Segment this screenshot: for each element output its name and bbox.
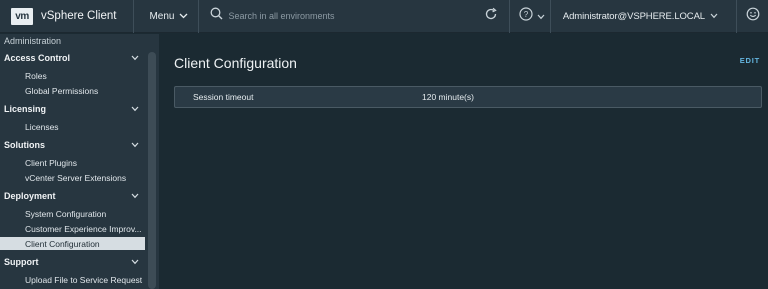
sidebar-group-label: Access Control [4,53,71,63]
chevron-down-icon[interactable] [131,257,139,267]
chevron-down-icon [179,11,188,22]
sidebar-group-solutions[interactable]: Solutions [0,137,145,153]
sidebar-group-label: Support [4,257,39,267]
chevron-down-icon [710,11,718,22]
sidebar-item-system-configuration[interactable]: System Configuration [0,207,145,220]
menu-button[interactable]: Menu [134,0,198,33]
refresh-button[interactable] [473,0,509,33]
search-input[interactable] [228,11,429,21]
chevron-down-icon[interactable] [131,140,139,150]
sidebar-item-roles[interactable]: Roles [0,69,145,82]
global-search[interactable] [199,0,472,33]
config-value: 120 minute(s) [422,92,474,102]
app-title[interactable]: vSphere Client [41,10,116,22]
search-icon [210,7,223,25]
chevron-down-icon[interactable] [131,104,139,114]
sidebar-group-licensing[interactable]: Licensing [0,101,145,117]
chevron-down-icon[interactable] [131,191,139,201]
refresh-icon [484,7,498,26]
edit-button[interactable]: EDIT [740,56,760,65]
svg-text:?: ? [524,10,529,19]
sidebar-group-label: Deployment [4,191,56,201]
sidebar-item-licenses[interactable]: Licenses [0,120,145,133]
sidebar-item-client-plugins[interactable]: Client Plugins [0,156,145,169]
vmware-logo[interactable]: vm [11,7,33,25]
help-menu[interactable]: ? [510,0,550,33]
main-content: Client Configuration EDIT Session timeou… [159,34,768,289]
sidebar-item-global-permissions[interactable]: Global Permissions [0,84,145,97]
chevron-down-icon[interactable] [131,53,139,63]
sidebar: Administration Access Control Roles Glob… [0,34,145,289]
breadcrumb: Administration [4,36,62,46]
sidebar-group-access-control[interactable]: Access Control [0,50,145,66]
page-title: Client Configuration [174,55,297,71]
feedback-icon [746,7,760,26]
help-icon: ? [519,6,533,26]
top-header: vm vSphere Client Menu ? Administrator@V… [0,0,768,33]
sidebar-scrollbar[interactable] [145,34,159,289]
sidebar-item-upload-file[interactable]: Upload File to Service Request [0,273,145,286]
sidebar-group-deployment[interactable]: Deployment [0,188,145,204]
user-menu[interactable]: Administrator@VSPHERE.LOCAL [551,0,736,33]
chevron-down-icon [537,7,545,25]
menu-label: Menu [149,10,175,22]
sidebar-group-label: Solutions [4,140,45,150]
config-row: Session timeout 120 minute(s) [174,86,762,108]
sidebar-item-vcenter-server-extensions[interactable]: vCenter Server Extensions [0,171,145,184]
sidebar-group-label: Licensing [4,104,47,114]
config-key: Session timeout [193,92,254,102]
sidebar-group-support[interactable]: Support [0,254,145,270]
feedback-button[interactable] [737,0,768,33]
sidebar-item-client-configuration[interactable]: Client Configuration [0,237,145,250]
sidebar-item-customer-experience[interactable]: Customer Experience Improv... [0,222,145,235]
user-name: Administrator@VSPHERE.LOCAL [562,10,705,22]
scrollbar-thumb[interactable] [148,52,156,289]
